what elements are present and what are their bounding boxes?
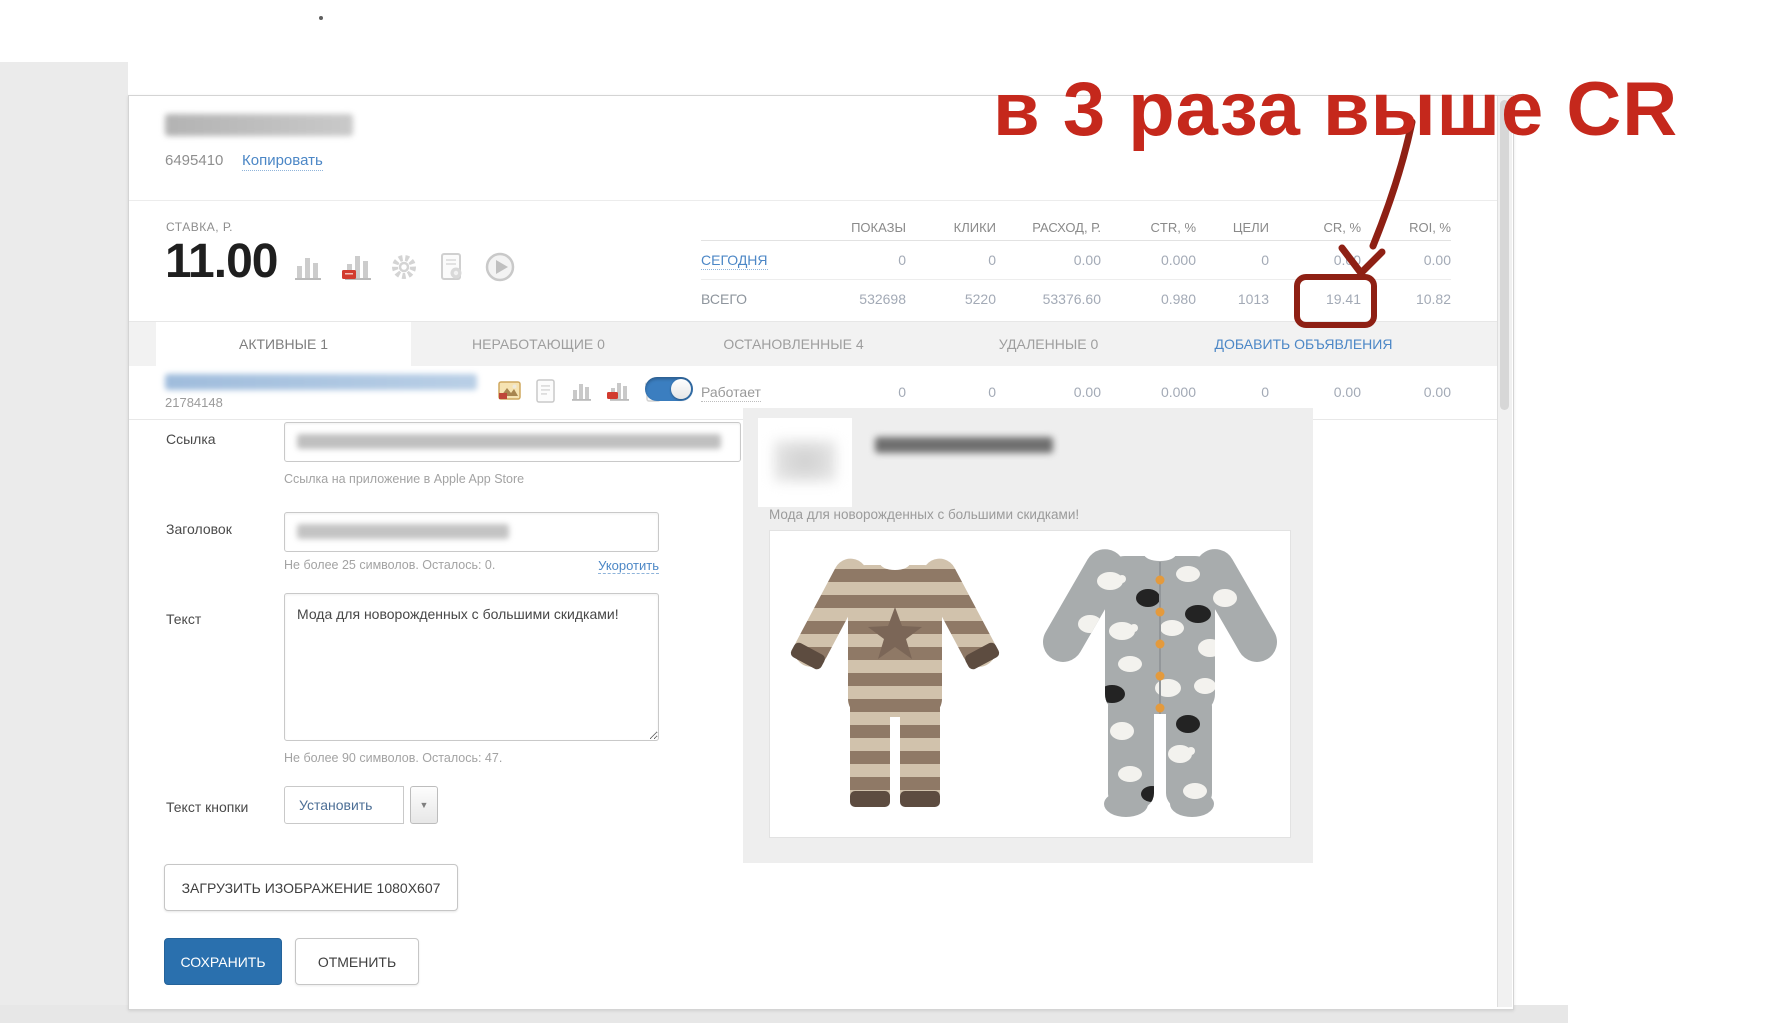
- total-ctr: 0.980: [1160, 291, 1196, 307]
- total-label: ВСЕГО: [701, 291, 748, 307]
- shorten-link[interactable]: Укоротить: [598, 558, 659, 574]
- targeting-doc-icon[interactable]: [436, 249, 468, 285]
- col-impressions: ПОКАЗЫ: [851, 219, 906, 235]
- stats-chart-icon[interactable]: [292, 249, 324, 285]
- bid-label: СТАВКА, Р.: [166, 220, 233, 234]
- col-cr: CR, %: [1323, 219, 1361, 235]
- button-text-label: Текст кнопки: [166, 799, 249, 815]
- baby-rompers-image: [788, 541, 1285, 817]
- card-scrollbar[interactable]: [1497, 96, 1512, 1007]
- ad-id: 21784148: [165, 395, 223, 410]
- stats-row-total: ВСЕГО 532698 5220 53376.60 0.980 1013 19…: [701, 280, 1451, 318]
- total-goals: 1013: [1237, 291, 1269, 307]
- preview-app-icon: [758, 418, 852, 507]
- link-value-blurred: [297, 434, 721, 449]
- col-roi: ROI, %: [1409, 219, 1451, 235]
- today-impressions: 0: [898, 252, 906, 268]
- title-value-blurred: [297, 524, 509, 539]
- save-button[interactable]: СОХРАНИТЬ: [164, 938, 282, 985]
- col-clicks: КЛИКИ: [953, 219, 996, 235]
- campaign-name-blurred: [165, 114, 353, 136]
- ad-goals: 0: [1261, 384, 1269, 400]
- page-left-gutter: [0, 62, 128, 1022]
- text-input[interactable]: Мода для новорожденных с большими скидка…: [284, 593, 659, 741]
- col-spend: РАСХОД, Р.: [1032, 219, 1101, 235]
- title-label: Заголовок: [166, 521, 232, 537]
- ad-clicks: 0: [988, 384, 996, 400]
- play-icon[interactable]: [484, 249, 516, 285]
- annotation-text: в 3 раза выше CR: [993, 67, 1679, 152]
- tab-deleted-ads[interactable]: УДАЛЕННЫЕ 0: [921, 322, 1176, 367]
- cancel-button[interactable]: ОТМЕНИТЬ: [295, 938, 419, 985]
- settings-gear-icon[interactable]: [388, 249, 420, 285]
- tab-stopped-ads[interactable]: ОСТАНОВЛЕННЫЕ 4: [666, 322, 921, 367]
- chevron-down-icon[interactable]: ▼: [410, 786, 438, 824]
- image-icon[interactable]: [497, 377, 522, 404]
- today-cr: 0.00: [1333, 252, 1361, 268]
- stats-row-today: СЕГОДНЯ 0 0 0.00 0.000 0 0.00 0.00: [701, 241, 1451, 280]
- ad-actions: [497, 377, 666, 404]
- ad-preview-panel: Мода для новорожденных с большими скидка…: [743, 408, 1313, 863]
- title-input[interactable]: [284, 512, 659, 552]
- today-spend: 0.00: [1073, 252, 1101, 268]
- total-cr: 19.41: [1325, 291, 1361, 307]
- preview-app-icon-blurred: [774, 440, 836, 482]
- stats-table: ПОКАЗЫ КЛИКИ РАСХОД, Р. CTR, % ЦЕЛИ CR, …: [701, 214, 1451, 318]
- ad-stats-row: Работает 0 0 0.00 0.000 0 0.00 0.00: [701, 372, 1451, 412]
- total-clicks: 5220: [964, 291, 996, 307]
- today-ctr: 0.000: [1160, 252, 1196, 268]
- campaign-id: 6495410: [165, 152, 224, 169]
- header-divider: [129, 200, 1511, 201]
- tab-not-working-ads[interactable]: НЕРАБОТАЮЩИЕ 0: [411, 322, 666, 367]
- title-hint: Не более 25 символов. Осталось: 0.: [284, 558, 496, 572]
- ad-spend: 0.00: [1073, 384, 1101, 400]
- text-hint: Не более 90 символов. Осталось: 47.: [284, 751, 503, 765]
- geo-stats-icon[interactable]: [605, 377, 630, 404]
- tab-add-ads[interactable]: ДОБАВИТЬ ОБЪЯВЛЕНИЯ: [1176, 322, 1431, 367]
- link-hint: Ссылка на приложение в Apple App Store: [284, 472, 525, 486]
- toggle-knob: [671, 379, 691, 399]
- col-ctr: CTR, %: [1150, 219, 1197, 235]
- today-goals: 0: [1261, 252, 1269, 268]
- link-input[interactable]: [284, 422, 741, 462]
- text-label: Текст: [166, 611, 202, 627]
- bid-value: 11.00: [165, 235, 278, 288]
- total-spend: 53376.60: [1042, 291, 1101, 307]
- campaign-card: 6495410 Копировать СТАВКА, Р. 11.00 ПОКА…: [128, 95, 1514, 1010]
- ad-name-blurred[interactable]: [165, 374, 477, 390]
- today-roi: 0.00: [1423, 252, 1451, 268]
- today-clicks: 0: [988, 252, 996, 268]
- preview-text: Мода для новорожденных с большими скидка…: [769, 507, 1080, 522]
- doc-icon[interactable]: [533, 377, 558, 404]
- ad-cr: 0.00: [1333, 384, 1361, 400]
- preview-title-blurred: [875, 437, 1053, 453]
- total-roi: 10.82: [1415, 291, 1451, 307]
- preview-image: [769, 530, 1291, 838]
- stats-header-row: ПОКАЗЫ КЛИКИ РАСХОД, Р. CTR, % ЦЕЛИ CR, …: [701, 214, 1451, 241]
- ad-roi: 0.00: [1423, 384, 1451, 400]
- ad-ctr: 0.000: [1160, 384, 1196, 400]
- today-link[interactable]: СЕГОДНЯ: [701, 252, 768, 270]
- upload-image-button[interactable]: ЗАГРУЗИТЬ ИЗОБРАЖЕНИЕ 1080X607: [164, 864, 458, 911]
- ad-status-link[interactable]: Работает: [701, 384, 761, 402]
- ad-enabled-toggle[interactable]: [645, 377, 693, 401]
- tab-active-ads[interactable]: АКТИВНЫЕ 1: [156, 322, 411, 367]
- link-label: Ссылка: [166, 431, 216, 447]
- total-impressions: 532698: [859, 291, 906, 307]
- bid-toolbar: [292, 249, 516, 285]
- title-hint-row: Не более 25 символов. Осталось: 0. Укоро…: [284, 558, 659, 574]
- geo-stats-icon[interactable]: [340, 249, 372, 285]
- button-text-value[interactable]: Установить: [284, 786, 404, 824]
- ads-tabstrip: АКТИВНЫЕ 1 НЕРАБОТАЮЩИЕ 0 ОСТАНОВЛЕННЫЕ …: [129, 321, 1511, 367]
- col-goals: ЦЕЛИ: [1232, 219, 1269, 235]
- button-text-select[interactable]: Установить ▼: [284, 786, 438, 824]
- stats-chart-icon[interactable]: [569, 377, 594, 404]
- page-dot: [319, 16, 323, 20]
- copy-campaign-link[interactable]: Копировать: [242, 152, 323, 171]
- ad-impressions: 0: [898, 384, 906, 400]
